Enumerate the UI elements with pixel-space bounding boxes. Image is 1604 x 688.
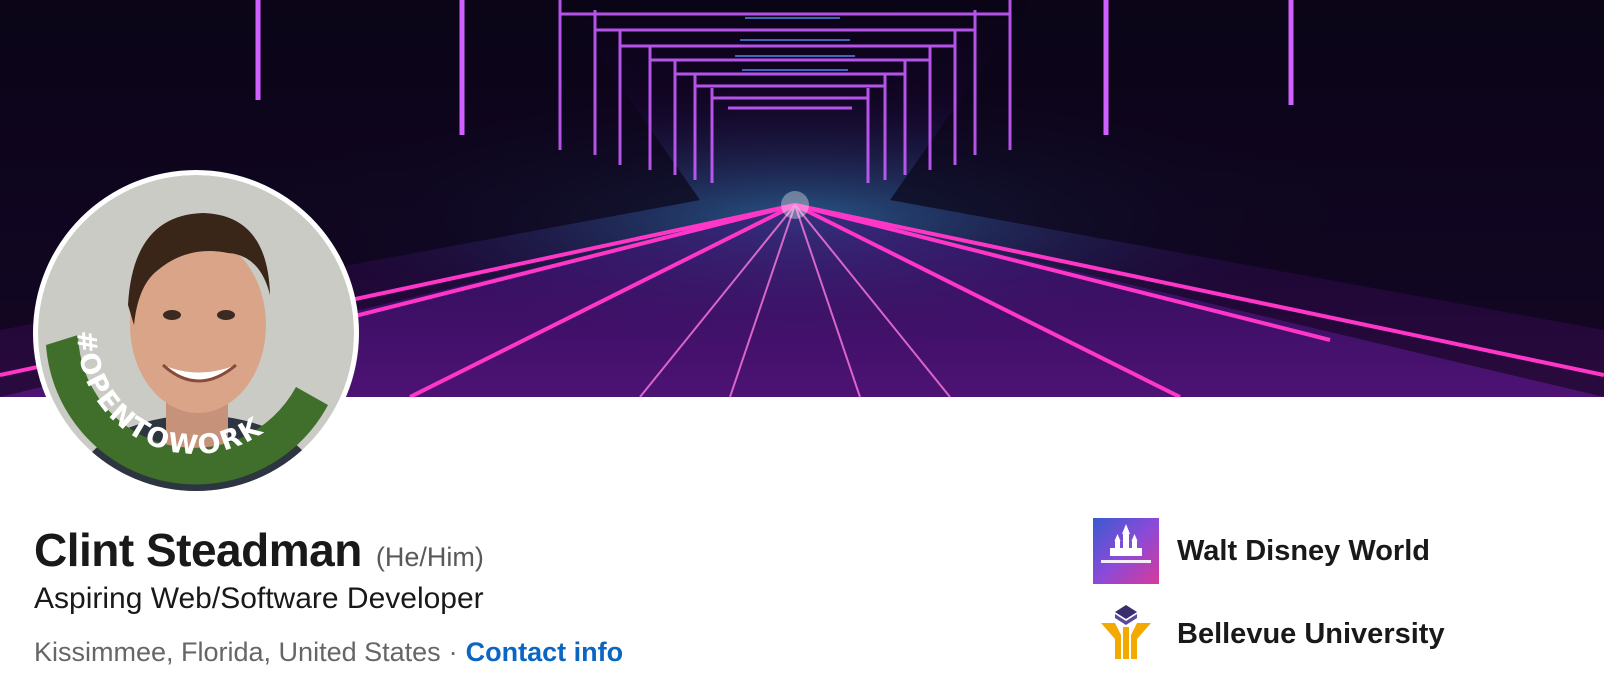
- affiliation-label: Walt Disney World: [1177, 534, 1430, 567]
- affiliation-bellevue-university[interactable]: Bellevue University: [1093, 601, 1445, 667]
- affiliation-label: Bellevue University: [1177, 617, 1445, 650]
- profile-headline: Aspiring Web/Software Developer: [34, 582, 484, 615]
- profile-name: Clint Steadman: [34, 524, 362, 576]
- affiliation-walt-disney-world[interactable]: Walt Disney World: [1093, 518, 1430, 584]
- pronouns: (He/Him): [375, 542, 484, 572]
- bellevue-university-logo-icon: [1093, 601, 1159, 667]
- disney-castle-logo-icon: [1093, 518, 1159, 584]
- contact-info-link[interactable]: Contact info: [466, 637, 623, 667]
- separator-dot: ·: [448, 637, 458, 667]
- profile-name-row: Clint Steadman (He/Him): [34, 523, 484, 577]
- location-text: Kissimmee, Florida, United States: [34, 637, 441, 667]
- location-row: Kissimmee, Florida, United States · Contac…: [34, 637, 623, 668]
- profile-avatar[interactable]: #OPENTOWORK: [33, 170, 359, 496]
